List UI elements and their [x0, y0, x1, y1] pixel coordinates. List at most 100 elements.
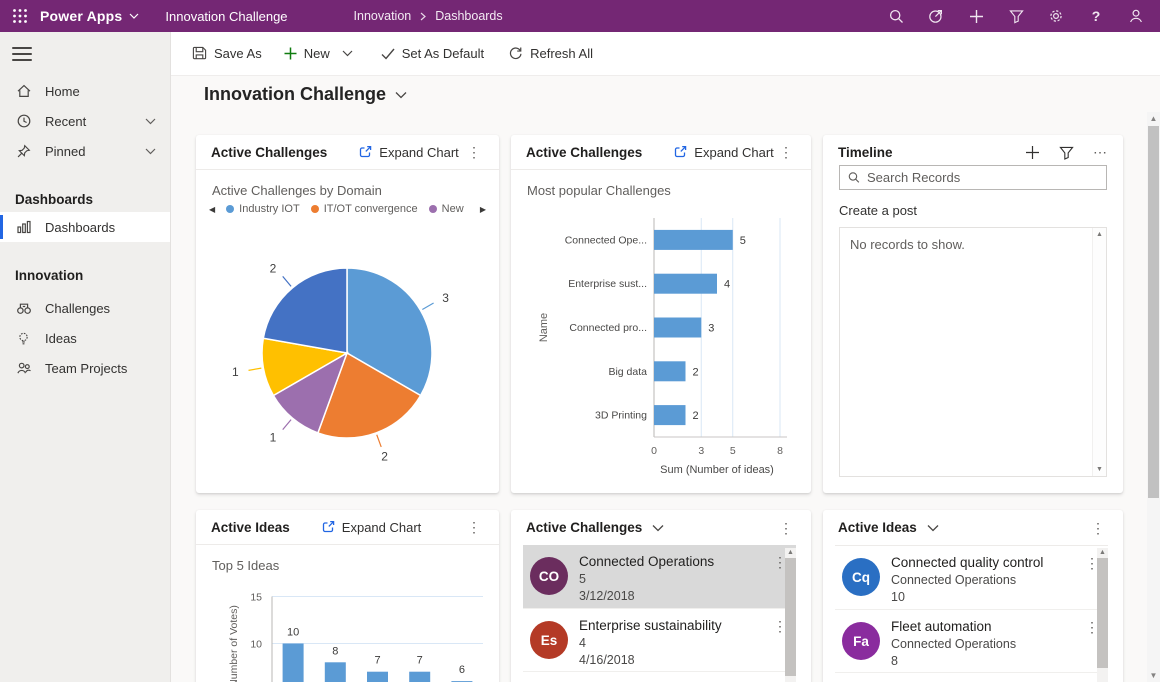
sidebar-item-dashboards[interactable]: Dashboards	[0, 212, 170, 242]
item-date: 3/12/2018	[579, 588, 770, 605]
topbar-actions: ?	[876, 0, 1160, 32]
svg-text:2: 2	[381, 449, 388, 463]
scroll-thumb[interactable]	[1097, 558, 1108, 668]
sidebar-item-home[interactable]: Home	[0, 76, 170, 106]
search-icon[interactable]	[876, 0, 916, 32]
sidebar-item-ideas[interactable]: Ideas	[0, 323, 170, 353]
expand-chart-icon	[673, 145, 687, 159]
set-as-default-button[interactable]: Set As Default	[370, 38, 495, 70]
svg-text:8: 8	[777, 445, 783, 457]
breadcrumb-parent[interactable]: Innovation	[354, 9, 412, 23]
legend-prev-icon[interactable]: ◀	[209, 205, 215, 214]
list-item[interactable]: CO Connected Operations 5 3/12/2018 ⋮	[523, 545, 796, 608]
new-button[interactable]: New	[273, 38, 364, 70]
card-active-challenges-pie: Active Challenges Expand Chart ⋮ Active …	[196, 135, 499, 493]
svg-text:3: 3	[708, 323, 714, 335]
item-subtitle: Connected Operations	[891, 636, 1082, 653]
svg-text:1: 1	[270, 430, 277, 444]
card-active-ideas-chart: Active Ideas Expand Chart ⋮ Top 5 Ideas …	[196, 510, 499, 682]
svg-text:Sum (Number of ideas): Sum (Number of ideas)	[660, 464, 774, 476]
people-icon	[15, 360, 32, 376]
item-votes: 8	[891, 653, 1082, 670]
scroll-up-icon[interactable]: ▲	[1147, 114, 1160, 123]
svg-text:Big data: Big data	[608, 366, 647, 378]
app-switcher-chevron-icon[interactable]	[129, 13, 139, 19]
list-scrollbar[interactable]: ▲	[1097, 548, 1108, 682]
hamburger-menu-icon[interactable]	[12, 45, 32, 63]
refresh-all-button[interactable]: Refresh All	[497, 38, 604, 70]
breadcrumb: Innovation Dashboards	[354, 9, 503, 23]
svg-text:10: 10	[250, 639, 262, 651]
expand-chart-button[interactable]: Expand Chart	[673, 145, 774, 160]
item-title: Enterprise sustainability	[579, 617, 770, 635]
card-menu-icon[interactable]: ⋮	[776, 145, 796, 159]
item-title: Connected Operations	[579, 553, 770, 571]
item-title: Fleet automation	[891, 618, 1082, 636]
pinned-expand-chevron-icon[interactable]	[145, 148, 156, 155]
lightbulb-icon	[15, 331, 32, 346]
card-menu-icon[interactable]: ⋮	[776, 521, 796, 535]
list-item[interactable]: Ca Cloud automation	[835, 672, 1108, 682]
add-post-icon[interactable]	[1025, 145, 1040, 160]
plus-icon	[284, 47, 297, 60]
card-menu-icon[interactable]: ⋮	[464, 520, 484, 534]
search-records-input[interactable]	[867, 170, 1098, 185]
new-dropdown-chevron-icon[interactable]	[342, 50, 353, 57]
list-item[interactable]: Es Enterprise sustainability 4 4/16/2018…	[523, 608, 796, 671]
sidebar-item-recent[interactable]: Recent	[0, 106, 170, 136]
recent-expand-chevron-icon[interactable]	[145, 118, 156, 125]
help-icon[interactable]: ?	[1076, 0, 1116, 32]
list-scrollbar[interactable]: ▲	[785, 548, 796, 682]
expand-chart-button[interactable]: Expand Chart	[321, 520, 422, 535]
legend-dot	[226, 205, 234, 213]
app-title[interactable]: Innovation Challenge	[165, 9, 287, 24]
item-votes: 10	[891, 589, 1082, 606]
list-item[interactable]: Cq Connected quality control Connected O…	[835, 546, 1108, 609]
compass-icon[interactable]	[916, 0, 956, 32]
filter-icon[interactable]	[996, 0, 1036, 32]
waffle-menu-icon[interactable]	[0, 0, 40, 32]
expand-chart-button[interactable]: Expand Chart	[358, 145, 459, 160]
ideas-list: Cq Connected quality control Connected O…	[835, 545, 1108, 682]
plus-icon[interactable]	[956, 0, 996, 32]
scroll-thumb[interactable]	[785, 558, 796, 676]
page-title: Innovation Challenge	[204, 84, 386, 105]
list-item[interactable]: Fa Fleet automation Connected Operations…	[835, 609, 1108, 672]
dashboard-content: Innovation Challenge Active Challenges E…	[171, 76, 1160, 682]
list-selector-chevron-icon[interactable]	[652, 524, 664, 532]
card-active-challenges-list: Active Challenges ⋮ CO Connected Operati…	[511, 510, 811, 682]
item-votes: 4	[579, 635, 770, 652]
breadcrumb-current[interactable]: Dashboards	[435, 9, 502, 23]
item-votes: 5	[579, 571, 770, 588]
filter-icon[interactable]	[1059, 146, 1074, 160]
scroll-up-icon[interactable]: ▲	[1096, 231, 1103, 238]
card-timeline: Timeline ⋯ Create a post No records to s…	[823, 135, 1123, 493]
account-icon[interactable]	[1116, 0, 1156, 32]
save-icon	[192, 46, 207, 61]
sidebar-item-team-projects[interactable]: Team Projects	[0, 353, 170, 383]
settings-gear-icon[interactable]	[1036, 0, 1076, 32]
list-item[interactable]: Cp Connected products	[523, 671, 796, 682]
legend-next-icon[interactable]: ▶	[480, 205, 486, 214]
card-menu-icon[interactable]: ⋮	[1088, 521, 1108, 535]
sidebar-item-pinned[interactable]: Pinned	[0, 136, 170, 166]
scroll-down-icon[interactable]: ▼	[1096, 466, 1103, 473]
scroll-down-icon[interactable]: ▼	[1147, 671, 1160, 680]
legend-item: IT/OT convergence	[311, 203, 418, 215]
top-app-bar: Power Apps Innovation Challenge Innovati…	[0, 0, 1160, 32]
scroll-up-icon[interactable]: ▲	[1097, 549, 1108, 556]
card-menu-icon[interactable]: ⋮	[464, 145, 484, 159]
dashboard-selector[interactable]: Innovation Challenge	[204, 84, 407, 105]
sidebar-item-challenges[interactable]: Challenges	[0, 293, 170, 323]
scroll-up-icon[interactable]: ▲	[785, 549, 796, 556]
timeline-scrollbar[interactable]: ▲▼	[1092, 228, 1106, 476]
search-icon	[848, 171, 860, 184]
create-post-button[interactable]: Create a post	[839, 203, 917, 218]
timeline-menu-icon[interactable]: ⋯	[1093, 144, 1108, 161]
bar-chart-horizontal: 0358Connected Ope...5Enterprise sust...4…	[511, 215, 811, 483]
app-name[interactable]: Power Apps	[40, 8, 122, 24]
save-as-button[interactable]: Save As	[181, 38, 273, 70]
list-selector-chevron-icon[interactable]	[927, 524, 939, 532]
scroll-thumb[interactable]	[1148, 126, 1159, 498]
page-scrollbar[interactable]: ▲ ▼	[1147, 112, 1160, 682]
